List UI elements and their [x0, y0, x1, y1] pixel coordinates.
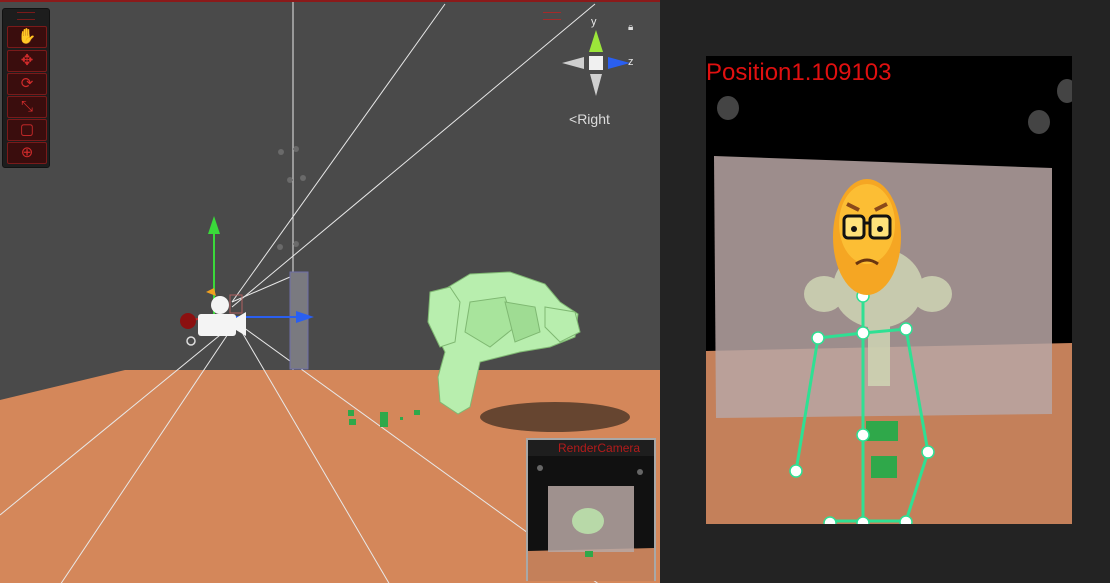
transform-icon: ⊕: [20, 144, 34, 161]
rect-tool-button[interactable]: ▢: [7, 119, 47, 141]
face-icon: [833, 179, 901, 295]
sphere-1: [717, 96, 739, 120]
render-camera-preview: RenderCamera: [526, 438, 656, 581]
scene-view[interactable]: ✋ ✥ ⟳ ⤡ ▢ ⊕ 🔒︎ y z <Right RenderCamera: [0, 0, 660, 583]
sphere-2: [1028, 110, 1050, 134]
rect-icon: ▢: [19, 121, 35, 138]
tool-palette: ✋ ✥ ⟳ ⤡ ▢ ⊕: [2, 8, 50, 168]
game-cube-1: [866, 421, 898, 441]
gizmo-z-label[interactable]: z: [628, 56, 634, 68]
lock-icon[interactable]: 🔒︎: [628, 22, 633, 33]
gizmo-view-label[interactable]: <Right: [569, 111, 610, 127]
view-menu-icon[interactable]: [543, 12, 561, 20]
game-view[interactable]: Position1.109103: [706, 56, 1072, 524]
palette-grip-icon[interactable]: [17, 12, 35, 20]
game-render: [706, 56, 1072, 524]
position-readout: Position1.109103: [706, 59, 892, 86]
rotate-icon: ⟳: [20, 75, 34, 92]
monkey-shadow: [480, 402, 630, 432]
gizmo-y-label[interactable]: y: [591, 16, 597, 28]
render-preview-title: RenderCamera: [558, 441, 641, 455]
scale-tool-button[interactable]: ⤡: [7, 96, 47, 118]
transform-tool-button[interactable]: ⊕: [7, 142, 47, 164]
hand-icon: ✋: [17, 28, 37, 45]
hand-tool-button[interactable]: ✋: [7, 26, 47, 48]
view-label-text: Right: [577, 111, 610, 127]
move-tool-button[interactable]: ✥: [7, 50, 47, 72]
scale-icon: ⤡: [20, 98, 33, 115]
render-preview-image: [528, 456, 654, 581]
game-cube-2: [871, 456, 897, 478]
move-icon: ✥: [20, 52, 34, 69]
rotate-tool-button[interactable]: ⟳: [7, 73, 47, 95]
